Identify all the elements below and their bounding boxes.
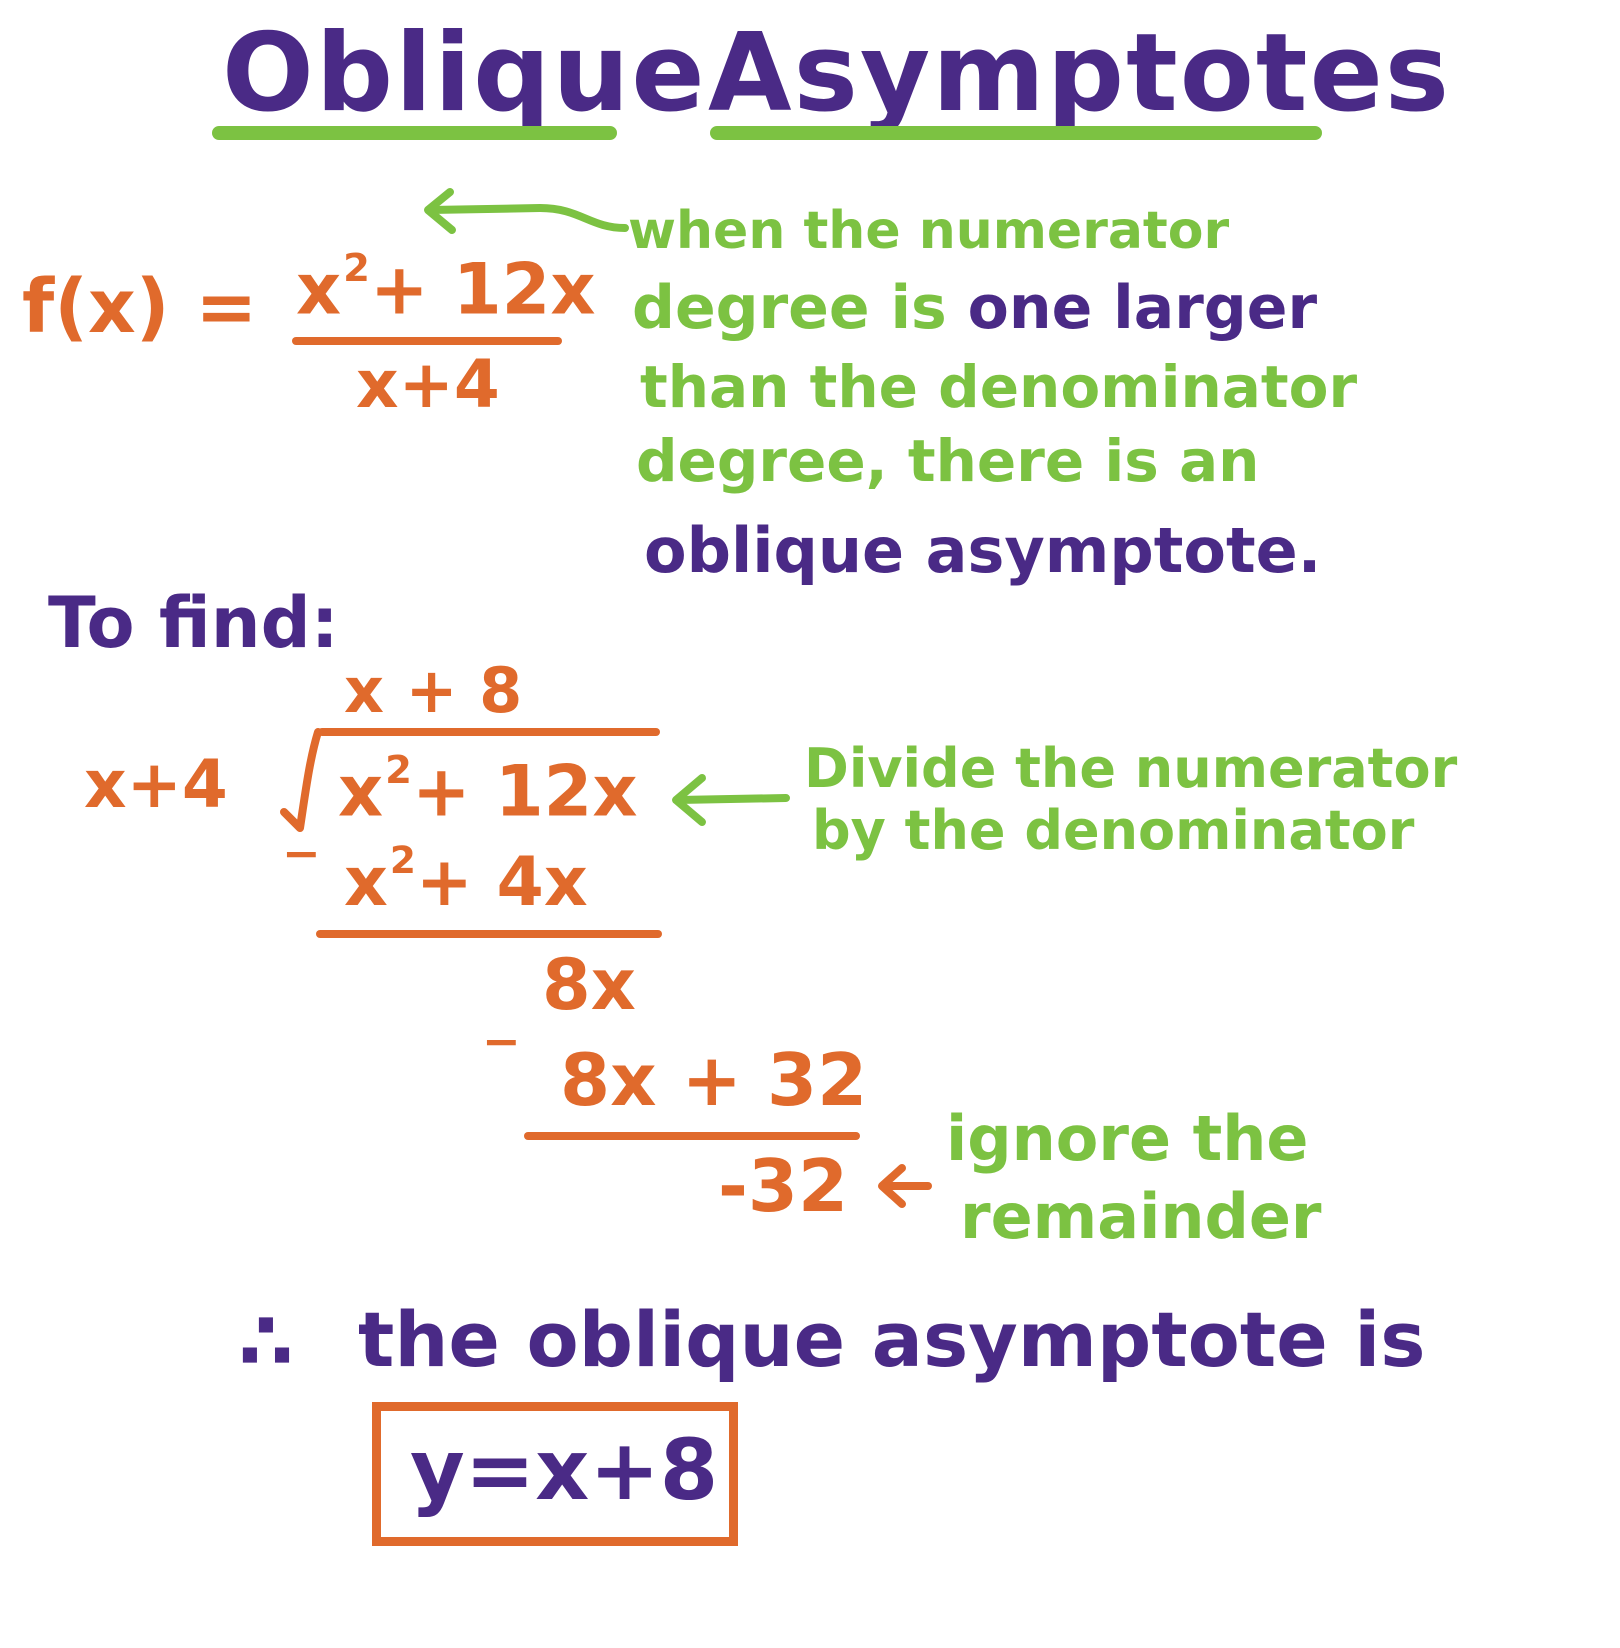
note1-line1: when the numerator <box>628 201 1230 261</box>
division-rule-1 <box>316 930 662 938</box>
divisor: x+4 <box>84 746 228 823</box>
note1-line3: than the denominator <box>640 353 1358 421</box>
dividend-rest: + 12x <box>411 750 638 833</box>
quotient: x + 8 <box>344 654 523 727</box>
subtract1-exponent: 2 <box>389 838 416 882</box>
function-denominator: x+4 <box>356 346 500 423</box>
title-asymptotes: Asymptotes <box>708 11 1452 136</box>
note1-line4: degree, there is an <box>636 427 1260 495</box>
note1-line2b: one larger <box>967 273 1318 343</box>
division-overline <box>318 728 660 736</box>
to-find-label: To find: <box>48 582 339 664</box>
therefore-symbol: ∴ <box>238 1295 294 1388</box>
subtract1-rest: + 4x <box>415 842 588 922</box>
note2-line2: by the denominator <box>812 799 1415 862</box>
subtract1-base: x <box>344 842 388 922</box>
answer: y=x+8 <box>410 1421 719 1519</box>
fraction-bar <box>292 337 562 345</box>
subtract-line-1: x2+ 4x <box>344 841 588 917</box>
division-bracket <box>280 728 322 832</box>
dividend: x2+ 12x <box>338 751 638 826</box>
numerator-base: x <box>296 248 342 331</box>
note2-line1: Divide the numerator <box>804 737 1458 800</box>
dividend-base: x <box>338 750 384 833</box>
note1-line5: oblique asymptote. <box>644 514 1322 587</box>
minus-sign-1: − <box>282 826 321 880</box>
numerator-rest: + 12x <box>369 248 596 331</box>
minus-sign-2: − <box>482 1014 521 1068</box>
note3-line2: remainder <box>960 1180 1322 1253</box>
remainder: -32 <box>718 1144 849 1228</box>
numerator-exponent: 2 <box>343 246 370 291</box>
note1-line2a: degree is <box>632 273 947 343</box>
title-underline-left <box>212 126 617 140</box>
conclusion-text: the oblique asymptote is <box>358 1295 1426 1384</box>
title-underline-right <box>710 126 1322 140</box>
arrow-left-icon <box>672 774 790 826</box>
function-lhs: f(x) = <box>22 264 258 350</box>
first-remainder: 8x <box>542 944 636 1026</box>
note1-line2: degree is one larger <box>632 278 1317 338</box>
dividend-exponent: 2 <box>385 748 412 793</box>
division-rule-2 <box>524 1132 860 1140</box>
arrow-left-icon <box>424 188 629 234</box>
title-oblique: Oblique <box>222 11 707 136</box>
function-numerator: x2+ 12x <box>296 249 596 324</box>
note3-line1: ignore the <box>946 1102 1309 1175</box>
arrow-left-icon <box>878 1164 932 1208</box>
subtract-line-2: 8x + 32 <box>560 1038 868 1122</box>
